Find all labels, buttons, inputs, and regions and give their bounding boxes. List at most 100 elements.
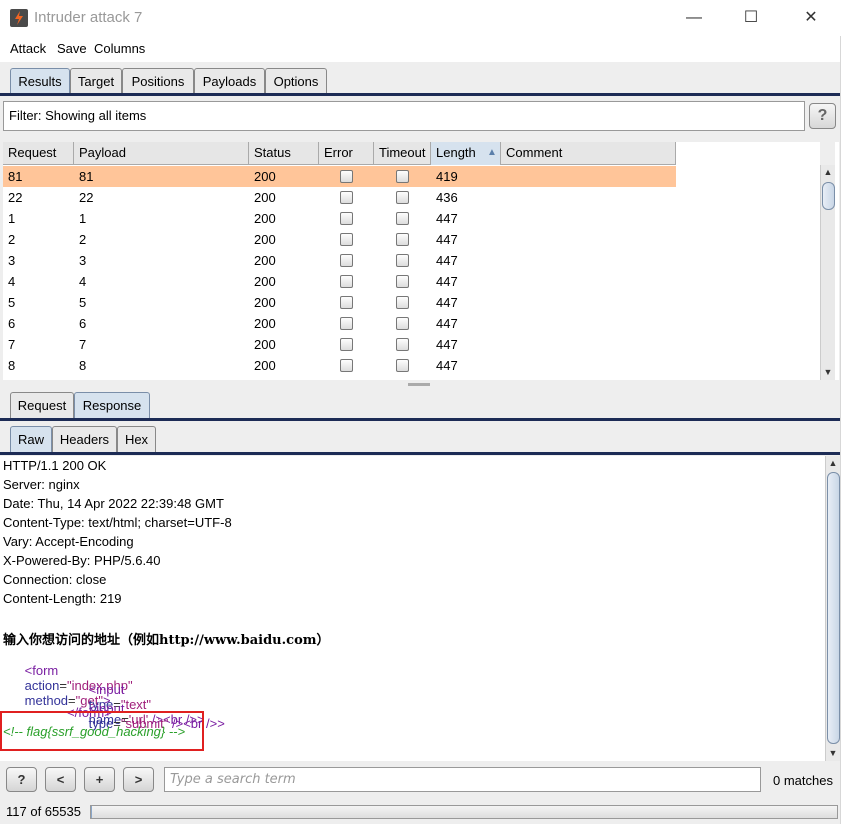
cell-request: 5 — [8, 295, 16, 310]
scroll-up-icon[interactable]: ▲ — [826, 456, 840, 470]
tab-results[interactable]: Results — [10, 68, 70, 94]
error-checkbox — [340, 254, 353, 267]
cell-status: 200 — [254, 358, 276, 373]
menu-bar: Attack Save Columns — [0, 37, 846, 61]
cell-request: 2 — [8, 232, 16, 247]
cell-payload: 7 — [79, 337, 87, 352]
error-checkbox — [340, 317, 353, 330]
search-previous-button[interactable]: < — [45, 767, 76, 792]
pane-splitter[interactable] — [408, 383, 430, 386]
table-row[interactable]: 7 7 200 447 — [3, 334, 676, 355]
match-count: 0 matches — [773, 773, 833, 788]
window-title: Intruder attack 7 — [34, 9, 143, 26]
tab-request[interactable]: Request — [10, 392, 74, 418]
search-input[interactable]: Type a search term — [164, 767, 761, 792]
tab-hex[interactable]: Hex — [117, 426, 156, 452]
cell-payload: 22 — [79, 190, 94, 205]
timeout-checkbox — [396, 317, 409, 330]
response-scrollbar[interactable]: ▲ ▼ — [825, 456, 840, 761]
search-next-button[interactable]: > — [123, 767, 154, 792]
col-timeout[interactable]: Timeout — [374, 142, 431, 165]
error-checkbox — [340, 170, 353, 183]
error-checkbox — [340, 359, 353, 372]
cell-length: 447 — [436, 337, 458, 352]
view-tab-divider — [0, 452, 840, 455]
tab-response[interactable]: Response — [74, 392, 150, 418]
cell-request: 7 — [8, 337, 16, 352]
table-row[interactable]: 6 6 200 447 — [3, 313, 676, 334]
cell-payload: 1 — [79, 211, 87, 226]
col-payload[interactable]: Payload — [74, 142, 249, 165]
col-length[interactable]: Length ▲ — [431, 142, 501, 165]
table-row[interactable]: 2 2 200 447 — [3, 229, 676, 250]
tab-target[interactable]: Target — [70, 68, 122, 94]
response-header-line: Connection: close — [3, 572, 107, 587]
table-row[interactable]: 22 22 200 436 — [3, 187, 676, 208]
attack-progress-bar — [90, 805, 838, 819]
timeout-checkbox — [396, 338, 409, 351]
error-checkbox — [340, 191, 353, 204]
search-add-button[interactable]: + — [84, 767, 115, 792]
sort-ascending-icon: ▲ — [487, 147, 497, 158]
filter-bar[interactable]: Filter: Showing all items — [3, 101, 805, 131]
cell-length: 419 — [436, 169, 458, 184]
error-checkbox — [340, 338, 353, 351]
tab-options[interactable]: Options — [265, 68, 327, 94]
error-checkbox — [340, 296, 353, 309]
table-row[interactable]: 8 8 200 447 — [3, 355, 676, 376]
close-button[interactable]: ✕ — [797, 6, 825, 30]
response-header-line: X-Powered-By: PHP/5.6.40 — [3, 553, 161, 568]
table-scroll-thumb[interactable] — [822, 182, 835, 210]
cell-status: 200 — [254, 211, 276, 226]
col-request[interactable]: Request — [3, 142, 74, 165]
menu-save[interactable]: Save — [57, 41, 87, 56]
col-length-label: Length — [436, 145, 476, 160]
search-help-button[interactable]: ? — [6, 767, 37, 792]
scroll-up-icon[interactable]: ▲ — [821, 165, 835, 179]
cell-length: 447 — [436, 316, 458, 331]
table-row[interactable]: 3 3 200 447 — [3, 250, 676, 271]
cell-length: 436 — [436, 190, 458, 205]
cell-payload: 5 — [79, 295, 87, 310]
minimize-button[interactable]: — — [680, 6, 708, 30]
table-row[interactable]: 4 4 200 447 — [3, 271, 676, 292]
table-header: Request Payload Status Error Timeout Len… — [3, 142, 676, 165]
table-row[interactable]: 5 5 200 447 — [3, 292, 676, 313]
cell-payload: 2 — [79, 232, 87, 247]
body-heading: 输入你想访问的地址（例如http://www.baidu.com） — [3, 633, 330, 648]
tab-headers[interactable]: Headers — [52, 426, 117, 452]
timeout-checkbox — [396, 233, 409, 246]
timeout-checkbox — [396, 191, 409, 204]
cell-status: 200 — [254, 316, 276, 331]
filter-help-button[interactable]: ? — [809, 103, 836, 129]
timeout-checkbox — [396, 170, 409, 183]
timeout-checkbox — [396, 359, 409, 372]
menu-attack[interactable]: Attack — [10, 41, 46, 56]
response-scroll-thumb[interactable] — [827, 472, 840, 744]
col-comment[interactable]: Comment — [501, 142, 676, 165]
tab-positions[interactable]: Positions — [122, 68, 194, 94]
response-header-line: Content-Length: 219 — [3, 591, 122, 606]
tab-raw[interactable]: Raw — [10, 426, 52, 452]
tab-payloads[interactable]: Payloads — [194, 68, 265, 94]
scroll-down-icon[interactable]: ▼ — [826, 746, 840, 760]
response-header-line: Server: nginx — [3, 477, 80, 492]
table-row[interactable]: 1 1 200 447 — [3, 208, 676, 229]
cell-payload: 3 — [79, 253, 87, 268]
response-header-line: Content-Type: text/html; charset=UTF-8 — [3, 515, 232, 530]
table-row[interactable]: 81 81 200 419 — [3, 166, 676, 187]
highlight-box — [0, 711, 204, 751]
scroll-down-icon[interactable]: ▼ — [821, 365, 835, 379]
cell-length: 447 — [436, 358, 458, 373]
cell-request: 81 — [8, 169, 23, 184]
timeout-checkbox — [396, 296, 409, 309]
col-error[interactable]: Error — [319, 142, 374, 165]
maximize-button[interactable]: ☐ — [737, 6, 765, 30]
tab-divider — [0, 93, 840, 96]
col-status[interactable]: Status — [249, 142, 319, 165]
cell-length: 447 — [436, 253, 458, 268]
tag-name: form — [32, 663, 59, 678]
error-checkbox — [340, 233, 353, 246]
menu-columns[interactable]: Columns — [94, 41, 145, 56]
table-scrollbar[interactable]: ▲ ▼ — [820, 165, 835, 380]
